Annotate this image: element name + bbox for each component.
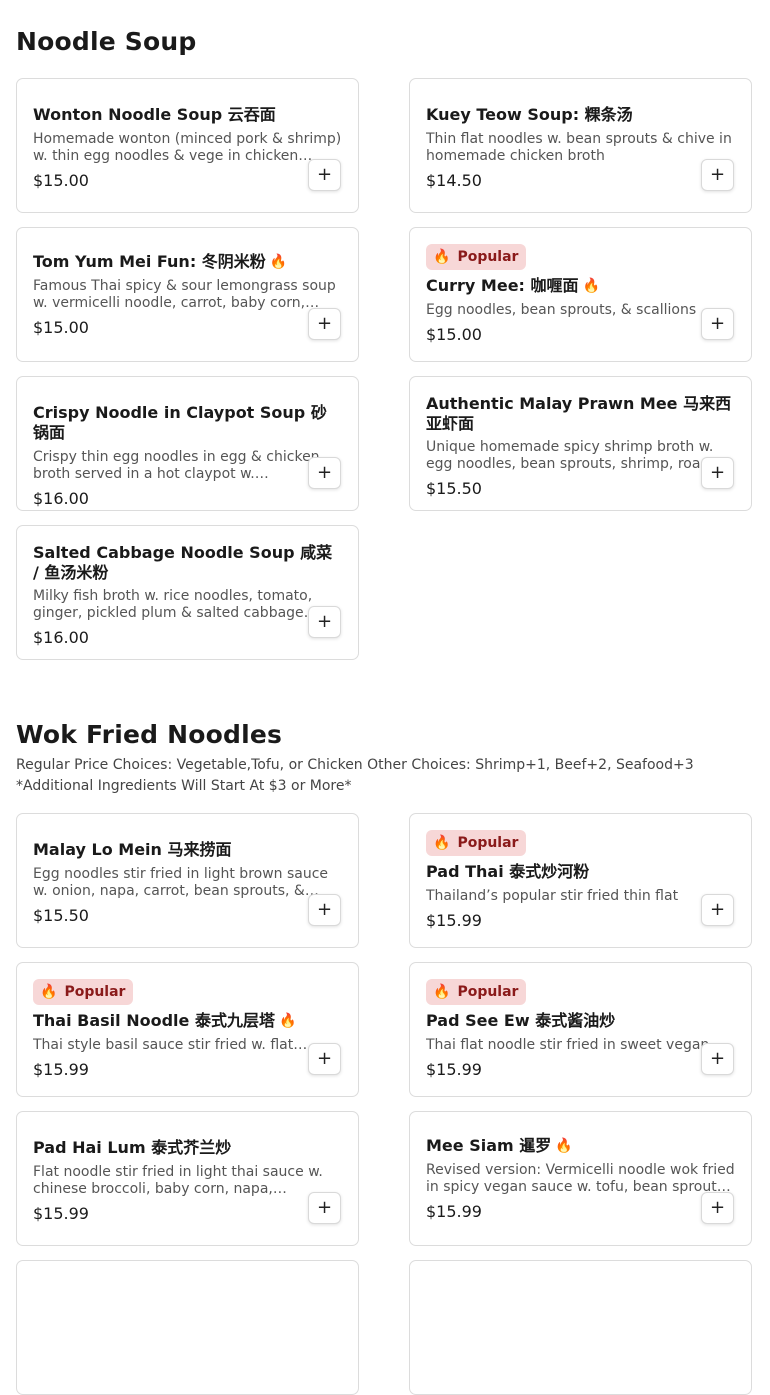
item-description: Unique homemade spicy shrimp broth w. eg…: [426, 439, 715, 472]
plus-icon: +: [316, 1048, 333, 1069]
item-description: Thai flat noodle stir fried in sweet veg…: [426, 1037, 724, 1053]
item-description: Thailand’s popular stir fried thin flat …: [426, 888, 679, 904]
item-description: Famous Thai spicy & sour lemongrass soup…: [33, 278, 336, 311]
item-description: Crispy thin egg noodles in egg & chicken…: [33, 449, 320, 482]
item-price: $14.50: [426, 171, 482, 190]
plus-icon: +: [316, 1197, 333, 1218]
menu-item-card[interactable]: 🔥 Popular Pad Thai 泰式炒河粉 Thailand’s popul…: [409, 813, 752, 948]
plus-icon: +: [709, 313, 726, 334]
item-price: $16.00: [33, 489, 89, 508]
item-name: Pad See Ew 泰式酱油炒: [426, 1011, 616, 1030]
item-description: Homemade wonton (minced pork & shrimp) w…: [33, 131, 342, 164]
plus-icon: +: [709, 462, 726, 483]
chili-flame-icon: 🔥: [582, 278, 600, 294]
item-description: Milky fish broth w. rice noodles, tomato…: [33, 588, 318, 621]
popular-badge: 🔥 Popular: [426, 244, 527, 270]
plus-icon: +: [316, 164, 333, 185]
item-name: Thai Basil Noodle 泰式九层塔 🔥: [33, 1011, 297, 1030]
fire-icon: 🔥: [433, 249, 451, 265]
chili-flame-icon: 🔥: [555, 1138, 573, 1154]
item-description: Egg noodles stir fried in light brown sa…: [33, 866, 329, 899]
add-to-cart-button[interactable]: +: [701, 308, 734, 340]
add-to-cart-button[interactable]: +: [701, 1192, 734, 1224]
item-price: $15.00: [426, 325, 482, 344]
item-price: $15.99: [426, 911, 482, 930]
add-to-cart-button[interactable]: +: [701, 159, 734, 191]
item-price: $15.99: [426, 1202, 482, 1221]
menu-item-card-partial[interactable]: [16, 1260, 359, 1395]
section-note: *Additional Ingredients Will Start At $3…: [16, 778, 352, 794]
menu-item-card[interactable]: Kuey Teow Soup: 粿条汤 Thin flat noodles w.…: [409, 78, 752, 213]
menu-item-card[interactable]: Wonton Noodle Soup 云吞面 Homemade wonton (…: [16, 78, 359, 213]
menu-item-card[interactable]: 🔥 Popular Curry Mee: 咖喱面 🔥 Egg noodles, be…: [409, 227, 752, 362]
plus-icon: +: [709, 1048, 726, 1069]
menu-item-card[interactable]: Tom Yum Mei Fun: 冬阴米粉 🔥 Famous Thai spicy…: [16, 227, 359, 362]
fire-icon: 🔥: [40, 984, 58, 1000]
item-name: Crispy Noodle in Claypot Soup 砂锅面: [33, 403, 327, 442]
add-to-cart-button[interactable]: +: [701, 1043, 734, 1075]
add-to-cart-button[interactable]: +: [308, 1192, 341, 1224]
add-to-cart-button[interactable]: +: [308, 1043, 341, 1075]
item-price: $15.99: [426, 1060, 482, 1079]
item-name: Wonton Noodle Soup 云吞面: [33, 105, 276, 124]
popular-badge: 🔥 Popular: [426, 979, 527, 1005]
item-description: Thai style basil sauce stir fried w. fla…: [33, 1037, 308, 1053]
menu-item-card[interactable]: 🔥 Popular Thai Basil Noodle 泰式九层塔 🔥 Thai s…: [16, 962, 359, 1097]
item-price: $15.50: [33, 906, 89, 925]
popular-badge: 🔥 Popular: [33, 979, 134, 1005]
menu-item-card[interactable]: Malay Lo Mein 马来捞面 Egg noodles stir frie…: [16, 813, 359, 948]
item-description: Flat noodle stir fried in light thai sau…: [33, 1164, 323, 1197]
chili-flame-icon: 🔥: [269, 254, 288, 270]
menu-item-card[interactable]: Pad Hai Lum 泰式芥兰炒 Flat noodle stir fried…: [16, 1111, 359, 1246]
plus-icon: +: [316, 611, 333, 632]
item-name: Curry Mee: 咖喱面 🔥: [426, 276, 600, 295]
chili-flame-icon: 🔥: [278, 1013, 297, 1029]
add-to-cart-button[interactable]: +: [701, 894, 734, 926]
section-title-noodle-soup: Noodle Soup: [16, 27, 197, 56]
menu-item-card[interactable]: Salted Cabbage Noodle Soup 咸菜 / 鱼汤米粉 Mil…: [16, 525, 359, 660]
item-description: Thin flat noodles w. bean sprouts & chiv…: [426, 131, 732, 164]
item-name: Pad Hai Lum 泰式芥兰炒: [33, 1138, 232, 1157]
item-name: Malay Lo Mein 马来捞面: [33, 840, 232, 859]
menu-item-card[interactable]: 🔥 Popular Pad See Ew 泰式酱油炒 Thai flat nood…: [409, 962, 752, 1097]
fire-icon: 🔥: [433, 835, 451, 851]
add-to-cart-button[interactable]: +: [308, 606, 341, 638]
section-subtitle: Regular Price Choices: Vegetable,Tofu, o…: [16, 757, 694, 773]
add-to-cart-button[interactable]: +: [308, 457, 341, 489]
section-title-wok-fried-noodles: Wok Fried Noodles: [16, 720, 283, 749]
add-to-cart-button[interactable]: +: [308, 159, 341, 191]
plus-icon: +: [316, 899, 333, 920]
plus-icon: +: [709, 899, 726, 920]
menu-item-card[interactable]: Crispy Noodle in Claypot Soup 砂锅面 Crispy…: [16, 376, 359, 511]
item-description: Egg noodles, bean sprouts, & scallions: [426, 302, 697, 318]
menu-item-card-partial[interactable]: [409, 1260, 752, 1395]
popular-badge: 🔥 Popular: [426, 830, 527, 856]
item-price: $15.00: [33, 318, 89, 337]
item-price: $15.99: [33, 1204, 89, 1223]
item-price: $15.00: [33, 171, 89, 190]
item-price: $15.50: [426, 479, 482, 498]
plus-icon: +: [709, 1197, 726, 1218]
add-to-cart-button[interactable]: +: [308, 894, 341, 926]
menu-item-card[interactable]: Mee Siam 暹罗 🔥 Revised version: Vermicelli…: [409, 1111, 752, 1246]
item-price: $15.99: [33, 1060, 89, 1079]
fire-icon: 🔥: [433, 984, 451, 1000]
menu-item-card[interactable]: Authentic Malay Prawn Mee 马来西亚虾面 Unique …: [409, 376, 752, 511]
add-to-cart-button[interactable]: +: [308, 308, 341, 340]
item-name: Salted Cabbage Noodle Soup 咸菜 / 鱼汤米粉: [33, 543, 333, 582]
item-name: Tom Yum Mei Fun: 冬阴米粉 🔥: [33, 252, 288, 271]
plus-icon: +: [316, 313, 333, 334]
item-description: Revised version: Vermicelli noodle wok f…: [426, 1162, 735, 1195]
plus-icon: +: [316, 462, 333, 483]
item-name: Authentic Malay Prawn Mee 马来西亚虾面: [426, 394, 732, 433]
plus-icon: +: [709, 164, 726, 185]
add-to-cart-button[interactable]: +: [701, 457, 734, 489]
item-name: Mee Siam 暹罗 🔥: [426, 1136, 573, 1155]
item-name: Pad Thai 泰式炒河粉: [426, 862, 590, 881]
item-name: Kuey Teow Soup: 粿条汤: [426, 105, 633, 124]
item-price: $16.00: [33, 628, 89, 647]
